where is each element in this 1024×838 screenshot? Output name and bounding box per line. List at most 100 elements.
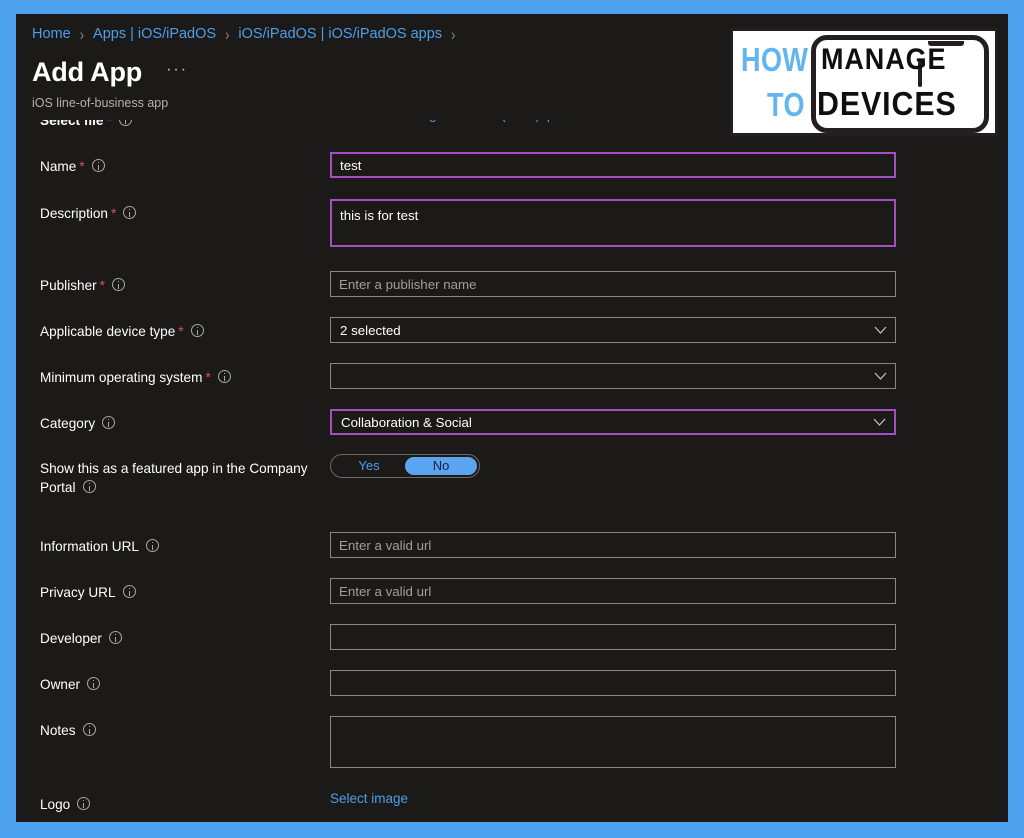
info-icon[interactable] xyxy=(82,480,96,493)
form-row-information-url: Information URL xyxy=(16,532,1008,558)
minimum-operating-system-dropdown[interactable] xyxy=(330,363,896,389)
category-value: Collaboration & Social xyxy=(341,414,472,430)
toggle-option-yes[interactable]: Yes xyxy=(333,457,405,475)
chevron-down-icon xyxy=(865,326,895,335)
info-icon[interactable] xyxy=(108,631,122,644)
info-icon[interactable] xyxy=(122,585,136,598)
form-row-notes: Notes xyxy=(16,716,1008,768)
control-name xyxy=(330,152,1008,178)
description-textarea[interactable] xyxy=(330,199,896,247)
label-owner: Owner xyxy=(40,670,330,694)
label-minimum-operating-system: Minimum operating system * xyxy=(40,363,330,387)
label-publisher: Publisher * xyxy=(40,271,330,295)
toggle-option-no[interactable]: No xyxy=(405,457,477,475)
applicable-device-type-value: 2 selected xyxy=(340,322,401,338)
breadcrumb-item-home[interactable]: Home xyxy=(32,26,71,42)
label-privacy-url-text: Privacy URL xyxy=(40,585,116,600)
label-logo: Logo xyxy=(40,790,330,814)
info-icon[interactable] xyxy=(217,370,231,383)
control-privacy-url xyxy=(330,578,1008,604)
breadcrumb-separator-icon: › xyxy=(79,24,85,44)
developer-input[interactable] xyxy=(330,624,896,650)
info-icon[interactable] xyxy=(82,723,96,736)
form-row-privacy-url: Privacy URL xyxy=(16,578,1008,604)
control-minimum-operating-system xyxy=(330,363,1008,389)
required-marker: * xyxy=(178,323,184,339)
info-icon[interactable] xyxy=(102,416,116,429)
form-row-logo: Logo Select image xyxy=(16,790,1008,814)
required-marker: * xyxy=(79,158,85,174)
control-description xyxy=(330,199,1008,247)
breadcrumb: Home › Apps | iOS/iPadOS › iOS/iPadOS | … xyxy=(32,24,464,44)
logo-to-text: TO xyxy=(767,86,805,123)
label-category: Category xyxy=(40,409,330,433)
category-dropdown[interactable]: Collaboration & Social xyxy=(330,409,896,435)
logo-how-text: HOW xyxy=(741,41,809,78)
label-name-text: Name xyxy=(40,159,77,174)
more-options-icon[interactable]: ··· xyxy=(162,58,192,86)
info-icon[interactable] xyxy=(123,206,137,219)
label-privacy-url: Privacy URL xyxy=(40,578,330,602)
applicable-device-type-dropdown[interactable]: 2 selected xyxy=(330,317,896,343)
label-notes: Notes xyxy=(40,716,330,740)
label-description-text: Description xyxy=(40,206,108,221)
form-row-featured-app: Show this as a featured app in the Compa… xyxy=(16,454,1008,497)
info-icon[interactable] xyxy=(145,539,159,552)
control-featured-app: Yes No xyxy=(330,454,1008,478)
breadcrumb-separator-icon: › xyxy=(225,24,230,44)
information-url-input[interactable] xyxy=(330,532,896,558)
howtomanagedevices-logo: HOW TO MANAGE DEVICES xyxy=(730,28,998,136)
label-developer-text: Developer xyxy=(40,631,102,646)
featured-app-toggle[interactable]: Yes No xyxy=(330,454,480,478)
publisher-input[interactable] xyxy=(330,271,896,297)
select-image-link[interactable]: Select image xyxy=(330,791,408,806)
name-input[interactable] xyxy=(330,152,896,178)
label-featured-app-text: Show this as a featured app in the Compa… xyxy=(40,461,308,495)
page-subtitle: iOS line-of-business app xyxy=(32,96,169,110)
form-row-publisher: Publisher * xyxy=(16,271,1008,297)
info-icon[interactable] xyxy=(91,159,105,172)
form-row-name: Name * xyxy=(16,152,1008,178)
label-name: Name * xyxy=(40,152,330,176)
title-row: Add App ··· xyxy=(32,58,192,86)
info-icon[interactable] xyxy=(87,677,101,690)
form-row-minimum-operating-system: Minimum operating system * xyxy=(16,363,1008,389)
owner-input[interactable] xyxy=(330,670,896,696)
control-information-url xyxy=(330,532,1008,558)
control-logo: Select image xyxy=(330,790,1008,808)
label-applicable-device-type-text: Applicable device type xyxy=(40,324,176,339)
label-description: Description * xyxy=(40,199,330,223)
breadcrumb-item-apps[interactable]: Apps | iOS/iPadOS xyxy=(93,26,216,42)
label-publisher-text: Publisher xyxy=(40,278,97,293)
label-applicable-device-type: Applicable device type * xyxy=(40,317,330,341)
logo-manage-text: MANAGE xyxy=(821,43,947,76)
notes-textarea[interactable] xyxy=(330,716,896,768)
control-notes xyxy=(330,716,1008,768)
page-title: Add App xyxy=(32,56,143,87)
portal-blade: Select file* Rocket For Instagram 262.0 … xyxy=(16,14,1008,822)
info-icon[interactable] xyxy=(112,278,126,291)
label-owner-text: Owner xyxy=(40,677,81,692)
privacy-url-input[interactable] xyxy=(330,578,896,604)
breadcrumb-item-ios-apps[interactable]: iOS/iPadOS | iOS/iPadOS apps xyxy=(238,26,442,42)
label-notes-text: Notes xyxy=(40,723,76,738)
required-marker: * xyxy=(99,277,106,293)
control-developer xyxy=(330,624,1008,650)
form-row-description: Description * xyxy=(16,199,1008,247)
label-minimum-operating-system-text: Minimum operating system xyxy=(40,370,203,385)
label-featured-app: Show this as a featured app in the Compa… xyxy=(40,454,330,497)
form-row-owner: Owner xyxy=(16,670,1008,696)
label-developer: Developer xyxy=(40,624,330,648)
label-category-text: Category xyxy=(40,416,96,431)
control-applicable-device-type: 2 selected xyxy=(330,317,1008,343)
logo-devices-text: DEVICES xyxy=(817,85,957,122)
chevron-down-icon xyxy=(865,372,895,381)
info-icon[interactable] xyxy=(190,324,204,337)
label-information-url-text: Information URL xyxy=(40,539,139,554)
control-owner xyxy=(330,670,1008,696)
form-row-applicable-device-type: Applicable device type * 2 selected xyxy=(16,317,1008,343)
breadcrumb-separator-icon: › xyxy=(451,24,456,44)
control-category: Collaboration & Social xyxy=(330,409,1008,435)
label-logo-text: Logo xyxy=(40,797,71,812)
info-icon[interactable] xyxy=(77,797,91,810)
